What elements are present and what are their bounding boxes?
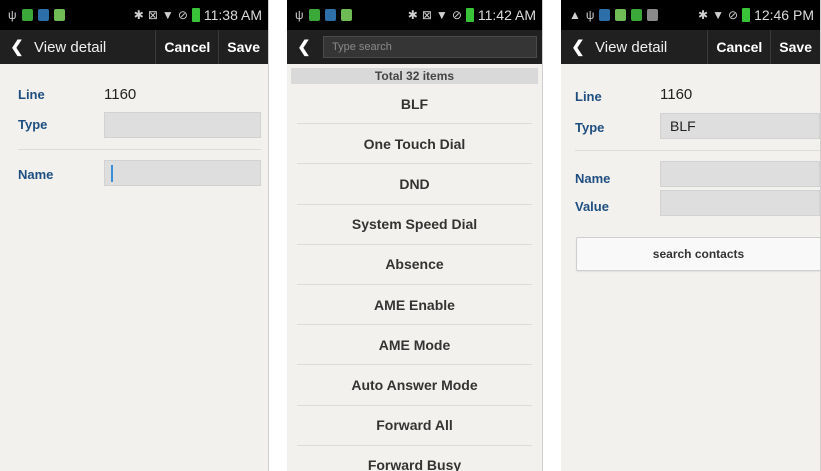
list-item[interactable]: Forward Busy	[297, 446, 532, 471]
search-contacts-button[interactable]: search contacts	[576, 237, 820, 271]
type-field[interactable]	[104, 112, 261, 138]
back-icon[interactable]: ❮	[291, 35, 317, 59]
bluetooth-icon: ✱	[698, 8, 709, 22]
name-field[interactable]	[104, 160, 261, 186]
page-title: View detail	[34, 38, 107, 56]
bluetooth-icon: ✱	[407, 8, 418, 22]
usb-icon: ψ	[585, 8, 595, 22]
bluetooth-icon: ✱	[133, 8, 144, 22]
wifi-icon: ▼	[435, 8, 448, 22]
sync-icon	[324, 9, 336, 21]
no-signal-icon: ⊘	[728, 8, 739, 22]
status-bar: ψ ✱ ⊠ ▼ ⊘ 11:38 AM	[0, 0, 268, 30]
list-item[interactable]: Absence	[297, 245, 532, 285]
battery-icon	[742, 8, 751, 22]
status-time: 11:42 AM	[477, 7, 536, 23]
wifi-icon: ▼	[161, 8, 174, 22]
list-item[interactable]: DND	[297, 164, 532, 205]
divider	[575, 150, 820, 151]
sync-icon	[599, 9, 611, 21]
notification-icon	[340, 9, 352, 21]
line-label: Line	[18, 87, 45, 102]
nfc-icon: ⊠	[421, 8, 432, 22]
header-actions: Cancel Save	[155, 30, 268, 64]
list-item[interactable]: Auto Answer Mode	[297, 365, 532, 406]
nfc-icon: ⊠	[147, 8, 158, 22]
android-icon	[308, 9, 320, 21]
status-system: ✱ ⊠ ▼ ⊘ 11:42 AM	[408, 7, 536, 23]
list-item[interactable]: System Speed Dial	[297, 205, 532, 245]
battery-icon	[465, 8, 474, 22]
status-system: ✱ ▼ ⊘ 12:46 PM	[698, 7, 814, 23]
divider	[18, 149, 261, 150]
android-icon	[631, 9, 643, 21]
no-signal-icon: ⊘	[177, 8, 188, 22]
cancel-button[interactable]: Cancel	[155, 30, 218, 64]
status-time: 11:38 AM	[203, 7, 262, 23]
list-item[interactable]: BLF	[297, 84, 532, 125]
list-item[interactable]: AME Mode	[297, 325, 532, 366]
type-field-value: BLF	[670, 118, 696, 134]
no-signal-icon: ⊘	[451, 8, 462, 22]
usb-icon: ψ	[295, 8, 304, 22]
name-label: Name	[575, 171, 611, 186]
name-label: Name	[18, 167, 54, 182]
line-label: Line	[575, 89, 602, 104]
type-field[interactable]: BLF	[660, 113, 820, 139]
value-label: Value	[575, 199, 609, 214]
battery-icon	[191, 8, 200, 22]
action-bar: ❮ View detail Cancel Save	[0, 30, 268, 64]
screen-view-detail-empty: ψ ✱ ⊠ ▼ ⊘ 11:38 AM ❮ View detail Cancel …	[0, 0, 269, 471]
usb-icon: ψ	[8, 8, 17, 22]
header-actions: Cancel Save	[707, 30, 820, 64]
save-button[interactable]: Save	[218, 30, 268, 64]
status-notifications: ψ	[8, 8, 65, 22]
sync-icon	[37, 9, 49, 21]
list-item[interactable]: Forward All	[297, 406, 532, 446]
line-value: 1160	[660, 86, 693, 103]
total-count: Total 32 items	[291, 68, 538, 84]
status-bar: ψ ✱ ⊠ ▼ ⊘ 11:42 AM	[287, 0, 542, 30]
status-time: 12:46 PM	[754, 7, 814, 23]
cancel-button[interactable]: Cancel	[707, 30, 770, 64]
status-notifications: ▲ ψ	[569, 8, 659, 22]
screen-type-search: ψ ✱ ⊠ ▼ ⊘ 11:42 AM ❮ Type search Total 3…	[287, 0, 543, 471]
status-bar: ▲ ψ ✱ ▼ ⊘ 12:46 PM	[561, 0, 820, 30]
back-icon[interactable]: ❮	[565, 35, 591, 59]
android-icon	[21, 9, 33, 21]
list-item[interactable]: AME Enable	[297, 285, 532, 326]
page-title: View detail	[595, 38, 668, 56]
list-item[interactable]: One Touch Dial	[297, 124, 532, 165]
save-button[interactable]: Save	[770, 30, 820, 64]
notification-icon	[53, 9, 65, 21]
notification-icon	[615, 9, 627, 21]
type-label: Type	[18, 117, 48, 132]
search-input[interactable]: Type search	[323, 36, 537, 58]
image-icon	[647, 9, 659, 21]
warning-icon: ▲	[569, 8, 581, 22]
text-cursor	[111, 165, 113, 182]
line-value: 1160	[104, 86, 137, 103]
item-list: BLF One Touch Dial DND System Speed Dial Abs…	[297, 84, 532, 471]
type-label: Type	[575, 120, 605, 135]
value-field[interactable]	[660, 190, 820, 216]
action-bar: ❮ View detail Cancel Save	[561, 30, 820, 64]
wifi-icon: ▼	[712, 8, 724, 22]
status-system: ✱ ⊠ ▼ ⊘ 11:38 AM	[134, 7, 262, 23]
status-notifications: ψ	[295, 8, 352, 22]
screen-view-detail-blf: ▲ ψ ✱ ▼ ⊘ 12:46 PM ❮ View detail Cancel …	[561, 0, 821, 471]
search-bar: ❮ Type search	[287, 30, 542, 64]
name-field[interactable]	[660, 161, 820, 187]
back-icon[interactable]: ❮	[4, 35, 30, 59]
